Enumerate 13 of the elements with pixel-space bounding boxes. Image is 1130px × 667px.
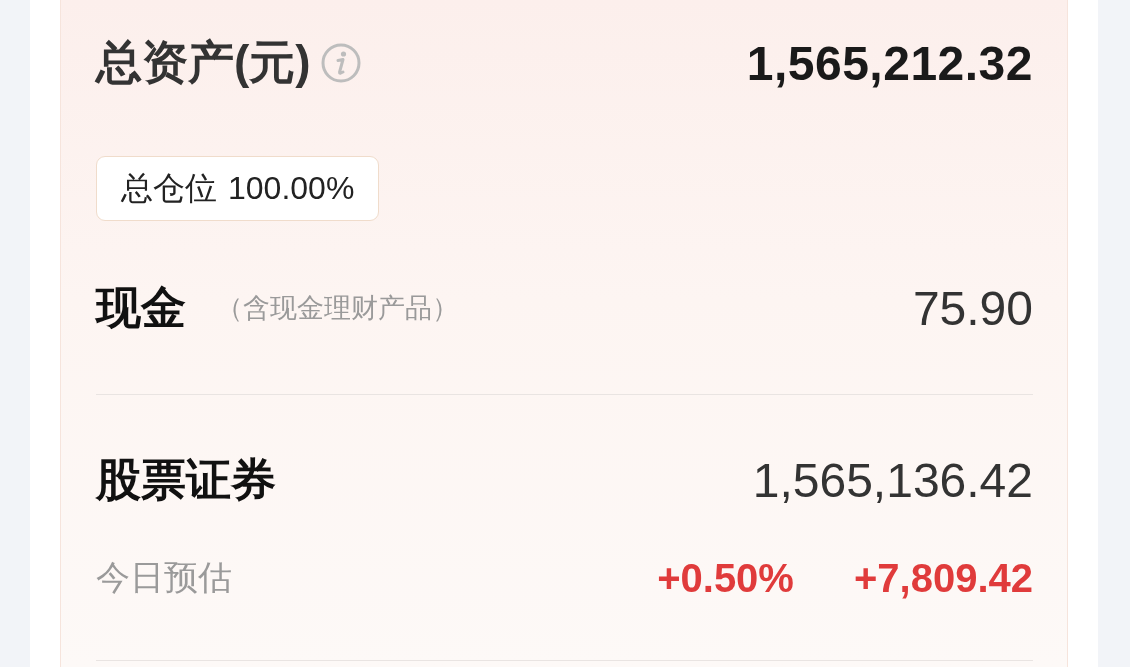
cash-value: 75.90 bbox=[912, 280, 1033, 336]
securities-value: 1,565,136.42 bbox=[752, 452, 1033, 508]
change-percent: +0.50% bbox=[657, 555, 794, 601]
position-value: 100.00% bbox=[228, 170, 355, 207]
info-icon[interactable] bbox=[320, 43, 361, 83]
total-assets-value: 1,565,212.32 bbox=[746, 35, 1033, 91]
cash-label: 现金 bbox=[96, 281, 186, 335]
today-estimate-label: 今日预估 bbox=[96, 557, 232, 598]
position-label: 总仓位 bbox=[121, 168, 217, 208]
cash-note: （含现金理财产品） bbox=[216, 292, 459, 325]
total-assets-label: 总资产(元) bbox=[96, 35, 311, 90]
securities-label: 股票证券 bbox=[96, 453, 276, 507]
change-amount: +7,809.42 bbox=[853, 555, 1033, 601]
